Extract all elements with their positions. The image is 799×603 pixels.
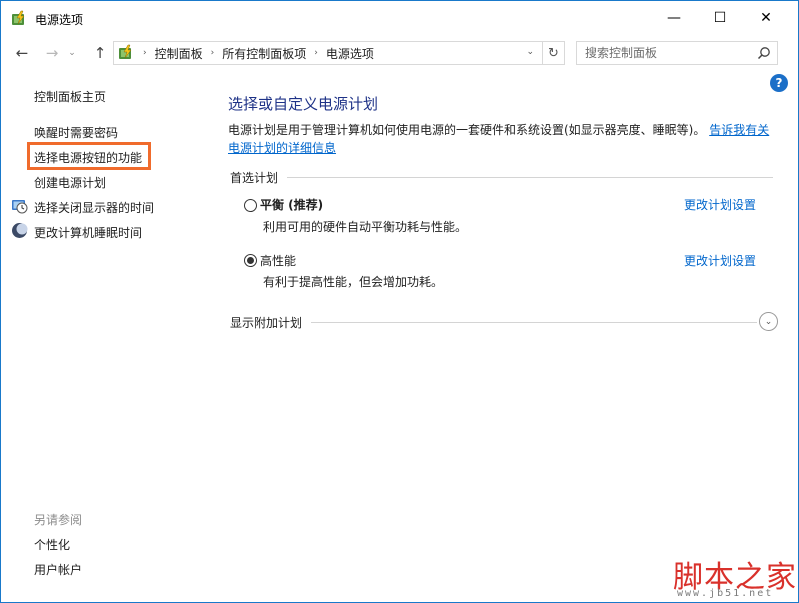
balanced-change-settings-link[interactable]: 更改计划设置 — [684, 196, 756, 213]
high-performance-plan-description: 有利于提高性能，但会增加功耗。 — [263, 275, 444, 289]
power-options-icon — [12, 10, 25, 25]
search-icon[interactable] — [757, 46, 771, 60]
address-bar[interactable]: › 控制面板 › 所有控制面板项 › 电源选项 ⌄ ↻ — [113, 41, 565, 65]
search-box[interactable] — [576, 41, 778, 65]
refresh-button[interactable]: ↻ — [542, 42, 564, 64]
breadcrumb-power-options[interactable]: 电源选项 — [326, 45, 374, 62]
recent-locations-icon[interactable]: ⌄ — [65, 43, 79, 63]
help-icon[interactable]: ? — [770, 74, 788, 92]
personalization-link[interactable]: 个性化 — [34, 536, 70, 553]
breadcrumb-control-panel[interactable]: 控制面板 — [155, 45, 203, 62]
window-title: 电源选项 — [35, 13, 84, 27]
maximize-button[interactable]: ☐ — [697, 1, 743, 35]
preferred-plans-heading: 首选计划 — [230, 171, 279, 185]
section-divider — [311, 322, 757, 323]
see-also-heading: 另请参阅 — [34, 513, 83, 527]
high-performance-change-settings-link[interactable]: 更改计划设置 — [684, 252, 756, 269]
show-additional-plans-heading[interactable]: 显示附加计划 — [230, 314, 302, 331]
breadcrumb-separator-icon: › — [314, 48, 318, 58]
breadcrumb-all-items[interactable]: 所有控制面板项 — [222, 45, 306, 62]
page-description: 电源计划是用于管理计算机如何使用电源的一套硬件和系统设置(如显示器亮度、睡眠等)… — [228, 121, 780, 157]
watermark-url: www.jb51.net — [677, 588, 774, 599]
address-dropdown-icon[interactable]: ⌄ — [526, 47, 534, 57]
display-off-time-link[interactable]: 选择关闭显示器的时间 — [34, 199, 154, 216]
breadcrumb-separator-icon: › — [143, 48, 147, 58]
minimize-button[interactable]: — — [651, 1, 697, 35]
up-button[interactable]: ↑ — [89, 43, 111, 63]
high-performance-plan-name[interactable]: 高性能 — [260, 252, 296, 269]
balanced-plan-description: 利用可用的硬件自动平衡功耗与性能。 — [263, 220, 468, 234]
navigation-bar: ← → ⌄ ↑ › 控制面板 › 所有控制面板项 › 电源选项 ⌄ ↻ — [1, 35, 798, 71]
display-timer-icon — [12, 200, 28, 214]
create-power-plan-link[interactable]: 创建电源计划 — [34, 174, 106, 191]
user-accounts-link[interactable]: 用户帐户 — [34, 561, 82, 578]
balanced-plan-name[interactable]: 平衡 (推荐) — [260, 196, 323, 213]
section-divider — [287, 177, 773, 178]
wake-password-link[interactable]: 唤醒时需要密码 — [34, 124, 118, 141]
page-title: 选择或自定义电源计划 — [228, 95, 379, 113]
title-bar: 电源选项 — ☐ ✕ — [1, 1, 798, 35]
control-panel-home-link[interactable]: 控制面板主页 — [34, 88, 106, 105]
expand-chevron-icon[interactable]: ⌄ — [759, 312, 778, 331]
breadcrumb-separator-icon: › — [210, 48, 215, 58]
power-options-window: 电源选项 — ☐ ✕ ← → ⌄ ↑ › 控制面板 › 所有控制面板项 › 电源… — [0, 0, 799, 603]
back-button[interactable]: ← — [11, 43, 33, 63]
power-button-function-link[interactable]: 选择电源按钮的功能 — [34, 149, 142, 166]
close-button[interactable]: ✕ — [743, 1, 789, 35]
forward-button[interactable]: → — [41, 43, 63, 63]
sleep-moon-icon — [12, 223, 28, 238]
high-performance-radio[interactable] — [244, 254, 257, 267]
control-panel-icon — [119, 44, 132, 59]
change-sleep-time-link[interactable]: 更改计算机睡眠时间 — [34, 224, 142, 241]
search-input[interactable] — [577, 46, 752, 60]
description-text: 电源计划是用于管理计算机如何使用电源的一套硬件和系统设置(如显示器亮度、睡眠等)… — [228, 123, 706, 137]
balanced-radio[interactable] — [244, 199, 257, 212]
